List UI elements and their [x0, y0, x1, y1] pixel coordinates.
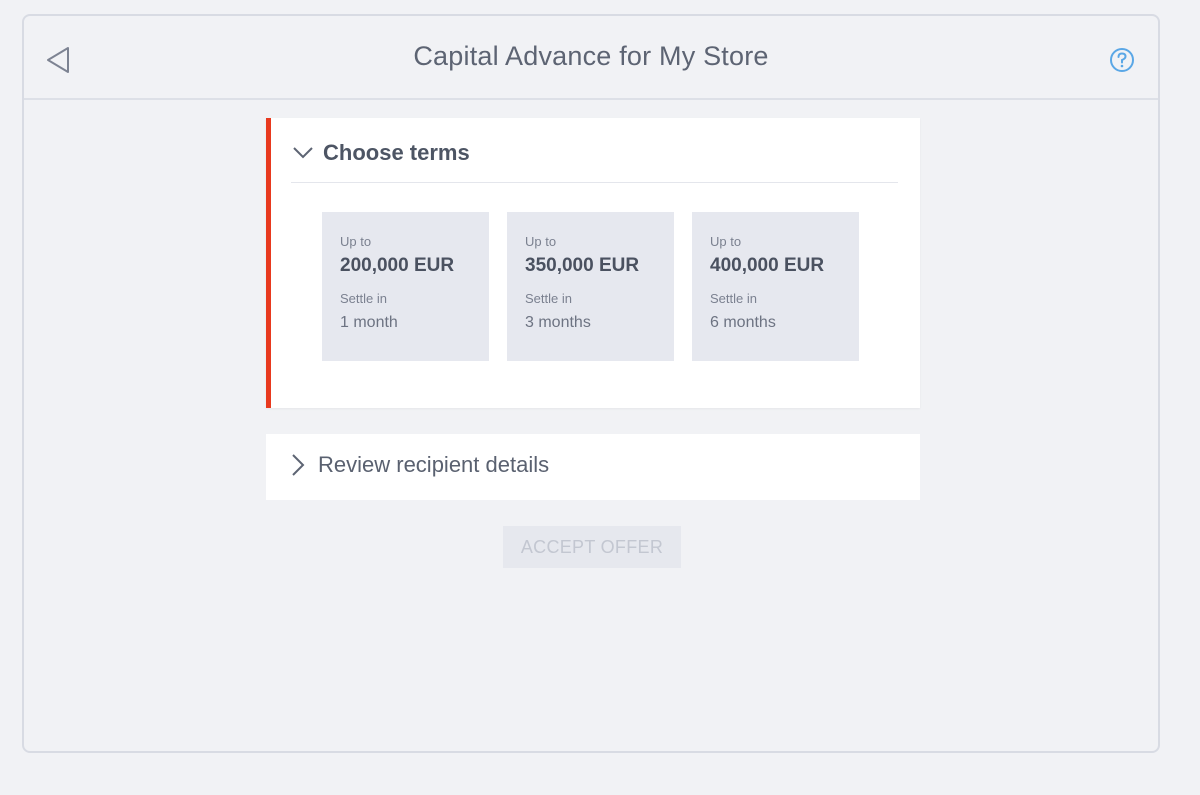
offer-up-to-label: Up to — [525, 234, 557, 249]
offer-period: 3 months — [525, 314, 591, 331]
offer-settle-label: Settle in — [710, 291, 757, 306]
offer-amount: 200,000 EUR — [340, 255, 455, 276]
chevron-right-icon — [292, 454, 305, 476]
review-recipient-title: Review recipient details — [318, 452, 550, 477]
offer-list: Up to 200,000 EUR Settle in 1 month Up t… — [322, 212, 859, 361]
offer-card-6-months[interactable]: Up to 400,000 EUR Settle in 6 months — [692, 212, 859, 361]
choose-terms-panel: Choose terms Up to 200,000 EUR Settle in… — [266, 118, 920, 408]
review-recipient-panel: Review recipient details — [266, 434, 920, 500]
chevron-down-icon — [293, 147, 313, 159]
choose-terms-toggle[interactable]: Choose terms — [291, 138, 470, 168]
choose-terms-title: Choose terms — [323, 140, 470, 165]
offer-card-1-month[interactable]: Up to 200,000 EUR Settle in 1 month — [322, 212, 489, 361]
offer-up-to-label: Up to — [710, 234, 742, 249]
offer-up-to-label: Up to — [340, 234, 372, 249]
review-recipient-toggle[interactable]: Review recipient details — [286, 452, 549, 478]
section-divider — [291, 182, 898, 183]
offer-settle-label: Settle in — [340, 291, 387, 306]
offer-settle-label: Settle in — [525, 291, 572, 306]
help-button[interactable] — [1108, 46, 1136, 74]
offer-period: 6 months — [710, 314, 776, 331]
app-window: Capital Advance for My Store Choose term… — [22, 14, 1160, 753]
accept-offer-button[interactable]: ACCEPT OFFER — [503, 526, 681, 568]
offer-amount: 350,000 EUR — [525, 255, 640, 276]
offer-amount: 400,000 EUR — [710, 255, 825, 276]
header-bar: Capital Advance for My Store — [24, 16, 1158, 100]
offer-period: 1 month — [340, 314, 398, 331]
help-circle-icon — [1110, 48, 1134, 72]
page-title: Capital Advance for My Store — [413, 41, 769, 71]
offer-card-3-months[interactable]: Up to 350,000 EUR Settle in 3 months — [507, 212, 674, 361]
